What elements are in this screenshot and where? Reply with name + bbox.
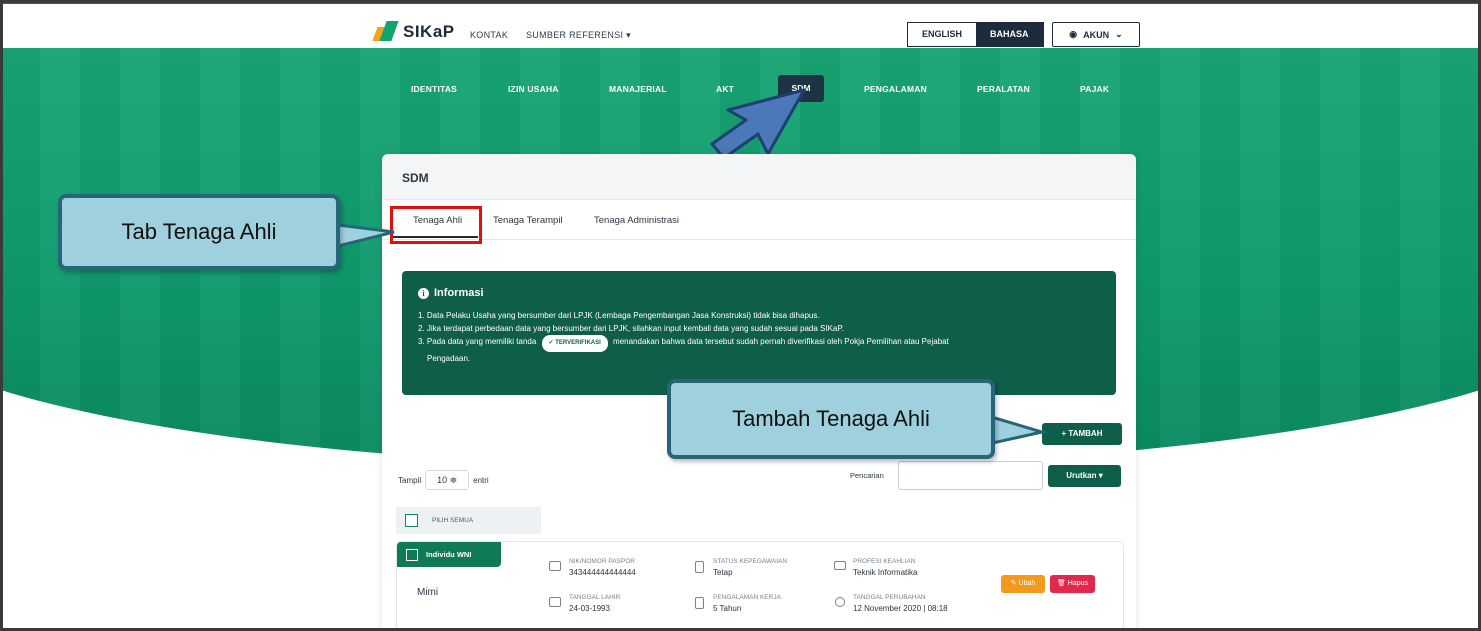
type-label: Individu WNI xyxy=(426,550,472,559)
id-card-icon xyxy=(549,561,561,571)
verified-badge: ✓ TERVERIFIKASI xyxy=(541,335,608,352)
person-name: Mimi xyxy=(417,587,439,598)
page-size-select[interactable]: 10 ≑ xyxy=(425,470,470,490)
profession-value: Teknik Informatika xyxy=(853,568,918,577)
birth-value: 24-03-1993 xyxy=(569,604,610,613)
profession-field: PROFESI KEAHLIAN Teknik Informatika xyxy=(853,556,917,578)
menu-peralatan[interactable]: PERALATAN xyxy=(977,84,1030,94)
tab-highlight-box xyxy=(390,206,482,244)
edit-button[interactable]: ✎ Ubah xyxy=(1001,575,1045,593)
status-label: STATUS KEPEGAWAIAN xyxy=(713,558,788,565)
birth-label: TANGGAL LAHIR xyxy=(569,594,621,601)
tab-tenaga-terampil[interactable]: Tenaga Terampil xyxy=(493,215,563,226)
list-item: Individu WNI Mimi NIK/NOMOR PASPOR 34344… xyxy=(396,541,1124,631)
status-value: Tetap xyxy=(713,568,733,577)
callout-add-pointer xyxy=(988,414,1048,446)
show-label: Tampil xyxy=(398,475,422,485)
info-header: i Informasi xyxy=(418,287,1116,299)
sort-label: Urutkan xyxy=(1066,471,1097,480)
select-all-checkbox[interactable] xyxy=(405,514,418,527)
tab-tenaga-administrasi[interactable]: Tenaga Administrasi xyxy=(594,215,679,226)
info-panel: i Informasi 1. Data Pelaku Usaha yang be… xyxy=(402,271,1116,395)
callout-tambah-tenaga-ahli: Tambah Tenaga Ahli xyxy=(667,379,995,459)
account-label: AKUN xyxy=(1083,29,1110,40)
delete-button[interactable]: 🗑 Hapus xyxy=(1050,575,1095,593)
page-size-value: 10 xyxy=(437,475,448,485)
logo-icon xyxy=(375,21,397,43)
briefcase-icon xyxy=(834,561,846,570)
type-badge: Individu WNI xyxy=(397,542,501,567)
entries-label: entri xyxy=(473,475,489,485)
info-line-3-start: 3. Pada data yang memiliki tanda xyxy=(418,337,537,346)
building-icon xyxy=(695,597,704,609)
info-line-3: 3. Pada data yang memiliki tanda ✓ TERVE… xyxy=(418,335,1116,352)
sort-button[interactable]: Urutkan ▾ xyxy=(1048,465,1121,487)
menu-manajerial[interactable]: MANAJERIAL xyxy=(609,84,667,94)
nav-link-sumber-referensi[interactable]: SUMBER REFERENSI ▾ xyxy=(526,30,631,41)
page-size-control: Tampil 10 ≑ entri xyxy=(398,470,489,490)
info-line-2: 2. Jika terdapat perbedaan data yang ber… xyxy=(418,324,844,333)
nik-value: 343444444444444 xyxy=(569,568,636,577)
callout-tab-tenaga-ahli: Tab Tenaga Ahli xyxy=(58,194,340,270)
sdm-tabs: Tenaga Ahli Tenaga Terampil Tenaga Admin… xyxy=(382,200,1136,240)
user-circle-icon: ◉ xyxy=(1069,29,1078,39)
nav-link-label: SUMBER REFERENSI xyxy=(526,30,624,40)
menu-pengalaman[interactable]: PENGALAMAN xyxy=(864,84,927,94)
edit-icon: ✎ xyxy=(1010,580,1017,587)
search-input[interactable] xyxy=(898,461,1043,490)
chevron-down-icon: ⌄ xyxy=(1115,29,1123,39)
experience-field: PENGALAMAN KERJA 5 Tahun xyxy=(713,592,781,614)
info-icon: i xyxy=(418,287,429,299)
edit-label: Ubah xyxy=(1018,580,1036,587)
lang-bahasa-button[interactable]: BAHASA xyxy=(976,23,1043,46)
select-all-label: PILIH SEMUA xyxy=(432,517,474,524)
select-all-row: PILIH SEMUA xyxy=(396,507,541,534)
changed-value: 12 November 2020 | 08:18 xyxy=(853,604,948,613)
changed-field: TANGGAL PERUBAHAN 12 November 2020 | 08:… xyxy=(853,592,948,614)
menu-izin-usaha[interactable]: IZIN USAHA xyxy=(508,84,559,94)
lang-english-button[interactable]: ENGLISH xyxy=(908,23,977,46)
search-label: Pencarian xyxy=(850,471,884,480)
nik-field: NIK/NOMOR PASPOR 343444444444444 xyxy=(569,556,636,578)
menu-identitas[interactable]: IDENTITAS xyxy=(411,84,457,94)
screenshot-frame: SIKaP KONTAK SUMBER REFERENSI ▾ ENGLISH … xyxy=(0,0,1481,631)
row-checkbox[interactable] xyxy=(406,548,418,561)
verified-badge-label: TERVERIFIKASI xyxy=(555,340,601,346)
experience-value: 5 Tahun xyxy=(713,604,742,613)
top-navbar: SIKaP KONTAK SUMBER REFERENSI ▾ ENGLISH … xyxy=(0,0,1481,48)
trash-icon: 🗑 xyxy=(1056,580,1066,587)
badge-icon xyxy=(695,561,704,573)
info-line-3-cont: Pengadaan. xyxy=(427,354,471,363)
add-button[interactable]: + TAMBAH xyxy=(1042,423,1122,445)
pointer-arrow-icon xyxy=(710,88,806,160)
card-title: SDM xyxy=(382,154,1136,200)
birth-field: TANGGAL LAHIR 24-03-1993 xyxy=(569,592,620,614)
brand-name: SIKaP xyxy=(403,22,455,41)
calendar-icon xyxy=(549,597,561,607)
changed-label: TANGGAL PERUBAHAN xyxy=(853,594,926,601)
logo[interactable]: SIKaP xyxy=(375,21,455,43)
callout-tab-pointer xyxy=(330,222,395,250)
caret-down-icon: ▾ xyxy=(626,30,631,40)
status-field: STATUS KEPEGAWAIAN Tetap xyxy=(713,556,787,578)
account-button[interactable]: ◉ AKUN ⌄ xyxy=(1052,22,1140,47)
nik-label: NIK/NOMOR PASPOR xyxy=(569,558,635,565)
delete-label: Hapus xyxy=(1067,580,1089,587)
info-line-3-end: menandakan bahwa data tersebut sudah per… xyxy=(613,337,949,346)
language-switch: ENGLISH BAHASA xyxy=(907,22,1044,47)
info-title: Informasi xyxy=(434,287,484,299)
menu-pajak[interactable]: PAJAK xyxy=(1080,84,1109,94)
info-line-1: 1. Data Pelaku Usaha yang bersumber dari… xyxy=(418,311,820,320)
clock-icon xyxy=(835,597,845,607)
nav-link-kontak[interactable]: KONTAK xyxy=(470,30,508,40)
experience-label: PENGALAMAN KERJA xyxy=(713,594,781,601)
profession-label: PROFESI KEAHLIAN xyxy=(853,558,916,565)
